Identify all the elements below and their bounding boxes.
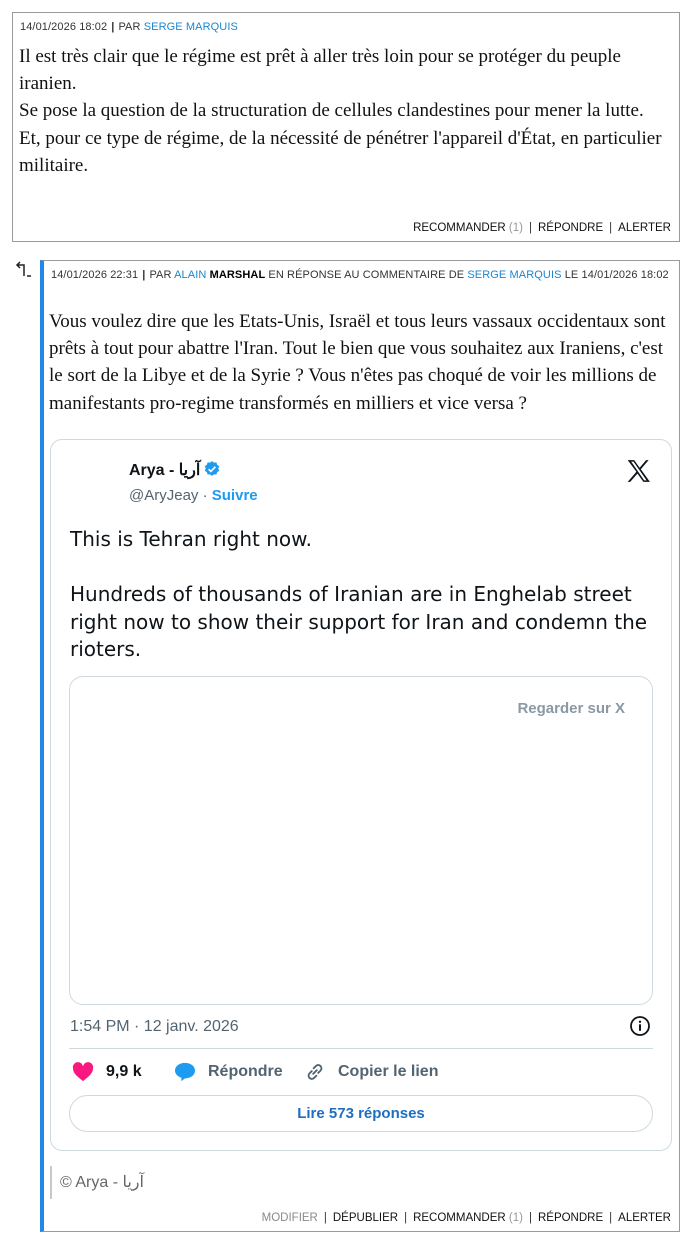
reply-to-author-link[interactable]: SERGE MARQUIS: [467, 269, 561, 281]
tweet-embed[interactable]: Arya - آریا @AryJeay · Suivre This is Te…: [50, 439, 672, 1151]
tweet-line: Hundreds of thousands of Iranian are in …: [70, 582, 648, 661]
tweet-handle: @AryJeay · Suivre: [129, 487, 258, 504]
comment-meta: 14/01/2026 22:31 | PAR ALAIN MARSHAL EN RÉ…: [51, 268, 671, 283]
comment-body: Il est très clair que le régime est prêt…: [19, 43, 674, 179]
comment-actions: MODIFIER | DÉPUBLIER | RECOMMANDER (1) | RÉPON…: [261, 1212, 671, 1224]
report-button[interactable]: ALERTER: [618, 222, 671, 234]
comment-author-link[interactable]: SERGE MARQUIS: [144, 21, 238, 33]
copy-link-button[interactable]: Copier le lien: [304, 1060, 438, 1084]
comment-date: 14/01/2026 18:02: [20, 21, 108, 33]
meta-separator: |: [111, 21, 115, 33]
verified-icon: [205, 461, 220, 476]
like-button[interactable]: 9,9 k: [72, 1060, 142, 1084]
heart-icon: [72, 1062, 94, 1082]
reply-bubble-icon: [175, 1062, 195, 1082]
tweet-text: This is Tehran right now. Hundreds of th…: [70, 526, 660, 664]
meta-le: LE: [564, 269, 579, 281]
report-button[interactable]: ALERTER: [618, 1212, 671, 1224]
like-count: 9,9 k: [106, 1063, 142, 1080]
tweet-caption: © Arya - آریا: [50, 1166, 144, 1199]
comment-actions: RECOMMANDER (1) | RÉPONDRE | ALERTER: [413, 222, 671, 234]
reply-label: Répondre: [208, 1063, 283, 1080]
meta-separator: |: [142, 269, 146, 281]
copy-link-label: Copier le lien: [338, 1063, 439, 1080]
reply-arrow-icon: [15, 261, 31, 277]
tweet-line: This is Tehran right now.: [70, 527, 313, 551]
recommend-button[interactable]: RECOMMANDER (1): [413, 1212, 523, 1224]
reply-button[interactable]: RÉPONDRE: [538, 222, 603, 234]
follow-button[interactable]: Suivre: [212, 487, 258, 504]
tweet-video-placeholder[interactable]: Regarder sur X: [69, 676, 653, 1005]
tweet-author-name[interactable]: Arya - آریا: [129, 460, 221, 480]
read-replies-button[interactable]: Lire 573 réponses: [69, 1095, 653, 1132]
link-icon: [307, 1064, 323, 1080]
tweet-reply-button[interactable]: Répondre: [174, 1060, 283, 1084]
meta-par: PAR: [149, 269, 172, 281]
comment-line: Il est très clair que le régime est prêt…: [19, 46, 621, 95]
info-icon[interactable]: [629, 1015, 651, 1037]
unpublish-button[interactable]: DÉPUBLIER: [333, 1212, 398, 1224]
tweet-divider: [69, 1048, 653, 1049]
comment-date: 14/01/2026 22:31: [51, 269, 139, 281]
meta-par: PAR: [118, 21, 141, 33]
x-logo-icon[interactable]: [625, 458, 651, 484]
reply-button[interactable]: RÉPONDRE: [538, 1212, 603, 1224]
comment-author-last[interactable]: MARSHAL: [210, 269, 266, 281]
comment-meta: 14/01/2026 18:02 | PAR SERGE MARQUIS: [20, 21, 238, 33]
meta-au-commentaire[interactable]: AU COMMENTAIRE: [344, 269, 445, 281]
comment-line: Se pose la question de la structuration …: [19, 100, 644, 122]
comment-serge-marquis: 14/01/2026 18:02 | PAR SERGE MARQUIS Il es…: [12, 12, 680, 242]
watch-on-x-link[interactable]: Regarder sur X: [517, 700, 625, 717]
comment-alain-marshal: 14/01/2026 22:31 | PAR ALAIN MARSHAL EN RÉ…: [40, 260, 680, 1232]
recommend-button[interactable]: RECOMMANDER (1): [413, 222, 523, 234]
edit-button[interactable]: MODIFIER: [262, 1212, 318, 1224]
meta-en-reponse: EN RÉPONSE: [268, 269, 342, 281]
tweet-timestamp[interactable]: 1:54 PM · 12 janv. 2026: [70, 1018, 239, 1036]
reply-to-date: 14/01/2026 18:02: [581, 269, 669, 281]
meta-de: DE: [448, 269, 465, 281]
comment-author-first[interactable]: ALAIN: [174, 269, 206, 281]
comment-body: Vous voulez dire que les Etats-Unis, Isr…: [49, 311, 666, 414]
comment-line: Et, pour ce type de régime, de la nécess…: [19, 127, 662, 176]
